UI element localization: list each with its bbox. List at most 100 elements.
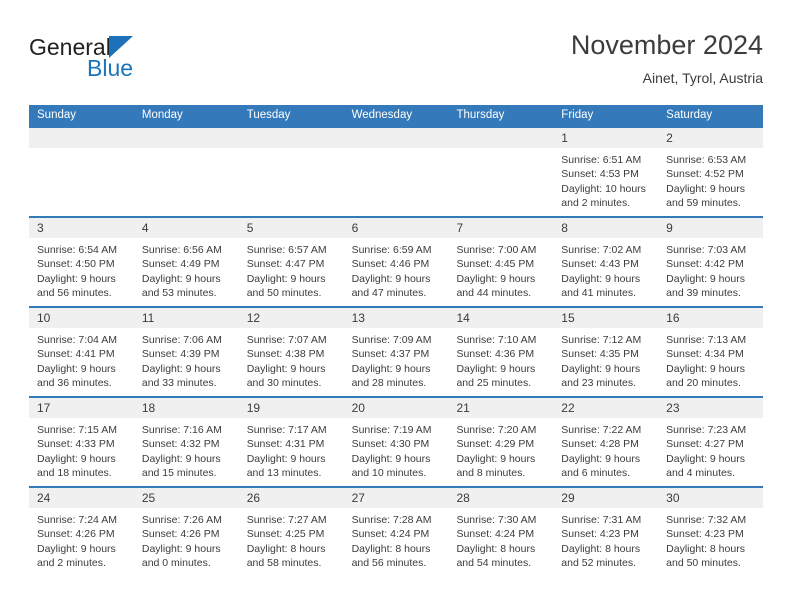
- calendar-day-cell[interactable]: 1 Sunrise: 6:51 AM Sunset: 4:53 PM Daylight…: [553, 128, 659, 216]
- day-details: Sunrise: 7:20 AM Sunset: 4:29 PM Daylight:…: [448, 418, 553, 481]
- calendar-day-cell[interactable]: 19 Sunrise: 7:17 AM Sunset: 4:31 PM Dayligh…: [238, 398, 344, 486]
- calendar-day-cell[interactable]: 9 Sunrise: 7:03 AM Sunset: 4:42 PM Daylight…: [658, 218, 764, 306]
- daylight-text-line2: and 59 minutes.: [666, 197, 741, 210]
- day-number: 18: [133, 398, 239, 418]
- day-details: Sunrise: 6:56 AM Sunset: 4:49 PM Daylight:…: [134, 238, 239, 301]
- daylight-text-line2: and 0 minutes.: [141, 557, 211, 570]
- sunset-text: Sunset: 4:23 PM: [666, 528, 744, 541]
- sunrise-text: Sunrise: 7:19 AM: [351, 424, 432, 436]
- daylight-text-line2: and 44 minutes.: [456, 287, 532, 300]
- calendar-day-cell[interactable]: 24 Sunrise: 7:24 AM Sunset: 4:26 PM Dayligh…: [29, 488, 134, 576]
- daylight-text-line1: Daylight: 9 hours: [141, 362, 221, 375]
- calendar-day-cell[interactable]: 12 Sunrise: 7:07 AM Sunset: 4:38 PM Dayligh…: [238, 308, 344, 396]
- daylight-text-line1: Daylight: 9 hours: [456, 362, 536, 375]
- calendar-day-cell[interactable]: 11 Sunrise: 7:06 AM Sunset: 4:39 PM Dayligh…: [133, 308, 239, 396]
- daylight-text-line1: Daylight: 9 hours: [666, 272, 745, 285]
- calendar-day-cell[interactable]: 4 Sunrise: 6:56 AM Sunset: 4:49 PM Daylight…: [133, 218, 239, 306]
- sunrise-text: Sunrise: 6:51 AM: [561, 154, 642, 166]
- sunrise-text: Sunrise: 6:53 AM: [666, 154, 747, 166]
- day-details: Sunrise: 7:28 AM Sunset: 4:24 PM Daylight:…: [344, 508, 449, 571]
- calendar-day-cell[interactable]: 17 Sunrise: 7:15 AM Sunset: 4:33 PM Dayligh…: [29, 398, 134, 486]
- calendar-day-cell-empty: [133, 128, 239, 216]
- calendar-week-row: 10 Sunrise: 7:04 AM Sunset: 4:41 PM Dayligh…: [29, 306, 764, 396]
- day-details: Sunrise: 7:12 AM Sunset: 4:35 PM Daylight:…: [553, 328, 658, 391]
- calendar-day-cell[interactable]: 16 Sunrise: 7:13 AM Sunset: 4:34 PM Dayligh…: [658, 308, 764, 396]
- daylight-text-line2: and 2 minutes.: [37, 557, 106, 570]
- sunrise-text: Sunrise: 7:28 AM: [351, 514, 432, 526]
- daylight-text-line1: Daylight: 9 hours: [37, 362, 116, 375]
- day-details: Sunrise: 7:22 AM Sunset: 4:28 PM Daylight:…: [553, 418, 658, 481]
- day-details: Sunrise: 7:16 AM Sunset: 4:32 PM Daylight:…: [134, 418, 239, 481]
- calendar-day-cell-empty: [238, 128, 344, 216]
- day-number: [133, 128, 239, 148]
- calendar-day-cell[interactable]: 15 Sunrise: 7:12 AM Sunset: 4:35 PM Dayligh…: [553, 308, 659, 396]
- day-details: Sunrise: 7:26 AM Sunset: 4:26 PM Daylight:…: [134, 508, 239, 571]
- calendar-day-cell[interactable]: 29 Sunrise: 7:31 AM Sunset: 4:23 PM Dayligh…: [553, 488, 659, 576]
- daylight-text-line2: and 52 minutes.: [561, 557, 637, 570]
- day-number: 1: [553, 128, 659, 148]
- sunset-text: Sunset: 4:38 PM: [246, 348, 325, 361]
- daylight-text-line1: Daylight: 8 hours: [561, 542, 641, 555]
- daylight-text-line1: Daylight: 9 hours: [37, 452, 116, 465]
- calendar-day-cell[interactable]: 22 Sunrise: 7:22 AM Sunset: 4:28 PM Dayligh…: [553, 398, 659, 486]
- daylight-text-line2: and 39 minutes.: [666, 287, 741, 300]
- sunset-text: Sunset: 4:42 PM: [666, 258, 744, 271]
- calendar-day-cell[interactable]: 5 Sunrise: 6:57 AM Sunset: 4:47 PM Daylight…: [238, 218, 344, 306]
- calendar-day-cell[interactable]: 10 Sunrise: 7:04 AM Sunset: 4:41 PM Dayligh…: [29, 308, 134, 396]
- calendar-week-row: 24 Sunrise: 7:24 AM Sunset: 4:26 PM Dayligh…: [29, 486, 764, 576]
- sunset-text: Sunset: 4:24 PM: [351, 528, 430, 541]
- day-number: 6: [343, 218, 449, 238]
- calendar-day-cell[interactable]: 18 Sunrise: 7:16 AM Sunset: 4:32 PM Dayligh…: [133, 398, 239, 486]
- calendar-day-cell[interactable]: 8 Sunrise: 7:02 AM Sunset: 4:43 PM Daylight…: [553, 218, 659, 306]
- daylight-text-line1: Daylight: 9 hours: [141, 452, 221, 465]
- sunrise-text: Sunrise: 7:03 AM: [666, 244, 747, 256]
- calendar-day-cell[interactable]: 21 Sunrise: 7:20 AM Sunset: 4:29 PM Dayligh…: [448, 398, 554, 486]
- day-details: Sunrise: 7:15 AM Sunset: 4:33 PM Daylight:…: [29, 418, 134, 481]
- calendar-weeks: 1 Sunrise: 6:51 AM Sunset: 4:53 PM Daylight…: [29, 126, 764, 576]
- day-details: Sunrise: 7:30 AM Sunset: 4:24 PM Daylight:…: [448, 508, 553, 571]
- daylight-text-line1: Daylight: 9 hours: [561, 272, 641, 285]
- day-number: 26: [238, 488, 344, 508]
- calendar-day-cell[interactable]: 27 Sunrise: 7:28 AM Sunset: 4:24 PM Dayligh…: [343, 488, 449, 576]
- sunset-text: Sunset: 4:46 PM: [351, 258, 430, 271]
- day-details: Sunrise: 7:19 AM Sunset: 4:30 PM Daylight:…: [344, 418, 449, 481]
- calendar-day-cell[interactable]: 13 Sunrise: 7:09 AM Sunset: 4:37 PM Dayligh…: [343, 308, 449, 396]
- sunset-text: Sunset: 4:36 PM: [456, 348, 535, 361]
- calendar-day-cell[interactable]: 28 Sunrise: 7:30 AM Sunset: 4:24 PM Dayligh…: [448, 488, 554, 576]
- sunrise-text: Sunrise: 6:54 AM: [37, 244, 117, 256]
- day-details: Sunrise: 7:32 AM Sunset: 4:23 PM Daylight:…: [658, 508, 763, 571]
- day-number: 10: [29, 308, 134, 328]
- day-number: 3: [29, 218, 134, 238]
- calendar-day-cell[interactable]: 26 Sunrise: 7:27 AM Sunset: 4:25 PM Dayligh…: [238, 488, 344, 576]
- day-details: Sunrise: 7:17 AM Sunset: 4:31 PM Daylight:…: [239, 418, 344, 481]
- day-details: Sunrise: 6:53 AM Sunset: 4:52 PM Daylight:…: [658, 148, 763, 211]
- sunrise-text: Sunrise: 7:09 AM: [351, 334, 432, 346]
- calendar-day-cell[interactable]: 6 Sunrise: 6:59 AM Sunset: 4:46 PM Daylight…: [343, 218, 449, 306]
- title-block: November 2024 Ainet, Tyrol, Austria: [571, 28, 763, 88]
- daylight-text-line2: and 47 minutes.: [351, 287, 427, 300]
- daylight-text-line2: and 50 minutes.: [246, 287, 322, 300]
- calendar-day-cell[interactable]: 23 Sunrise: 7:23 AM Sunset: 4:27 PM Dayligh…: [658, 398, 764, 486]
- day-number: [238, 128, 344, 148]
- calendar-day-cell[interactable]: 14 Sunrise: 7:10 AM Sunset: 4:36 PM Dayligh…: [448, 308, 554, 396]
- day-number: 21: [448, 398, 554, 418]
- sunset-text: Sunset: 4:25 PM: [246, 528, 325, 541]
- day-number: 13: [343, 308, 449, 328]
- day-number: 29: [553, 488, 659, 508]
- page-title: November 2024: [570, 30, 763, 60]
- calendar-day-cell[interactable]: 2 Sunrise: 6:53 AM Sunset: 4:52 PM Daylight…: [658, 128, 764, 216]
- calendar-day-cell[interactable]: 30 Sunrise: 7:32 AM Sunset: 4:23 PM Dayligh…: [658, 488, 764, 576]
- day-number: [29, 128, 134, 148]
- daylight-text-line2: and 10 minutes.: [351, 467, 427, 480]
- calendar-day-cell[interactable]: 3 Sunrise: 6:54 AM Sunset: 4:50 PM Daylight…: [29, 218, 134, 306]
- generalblue-logo[interactable]: General Blue: [29, 34, 259, 92]
- calendar-day-cell[interactable]: 7 Sunrise: 7:00 AM Sunset: 4:45 PM Daylight…: [448, 218, 554, 306]
- sunrise-text: Sunrise: 7:31 AM: [561, 514, 642, 526]
- sunset-text: Sunset: 4:43 PM: [561, 258, 639, 271]
- calendar-day-cell[interactable]: 20 Sunrise: 7:19 AM Sunset: 4:30 PM Dayligh…: [343, 398, 449, 486]
- daylight-text-line2: and 30 minutes.: [246, 377, 322, 390]
- sunset-text: Sunset: 4:39 PM: [141, 348, 220, 361]
- calendar-day-cell[interactable]: 25 Sunrise: 7:26 AM Sunset: 4:26 PM Dayligh…: [133, 488, 239, 576]
- day-number: 11: [133, 308, 239, 328]
- sunrise-text: Sunrise: 7:20 AM: [456, 424, 537, 436]
